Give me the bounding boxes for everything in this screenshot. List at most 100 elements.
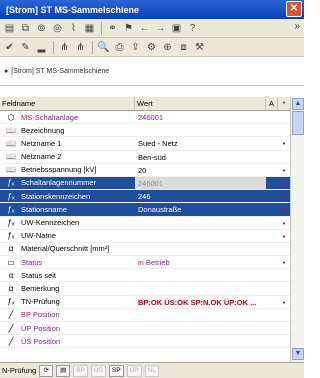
breadcrumb-bullet-icon: ● xyxy=(4,68,9,75)
vertical-scrollbar[interactable]: ▲ ▼ xyxy=(290,97,304,362)
pen-icon[interactable]: ✎ xyxy=(18,40,33,55)
table-row[interactable]: ƒₓ Stationsname Donaustraße • xyxy=(0,203,290,217)
table-row[interactable]: ƒₓ UW-Kennzeichen • xyxy=(0,217,290,230)
field-value-cell[interactable]: 246001 xyxy=(135,176,266,190)
table-row[interactable]: α Bemerkung xyxy=(0,282,290,296)
column-header-name[interactable]: Feldname xyxy=(0,97,135,110)
table-icon[interactable]: ▦ xyxy=(82,21,97,36)
check-icon[interactable]: ✔ xyxy=(2,40,17,55)
grid-icon[interactable]: ▣ xyxy=(169,21,184,36)
tree2-icon[interactable]: ⋔ xyxy=(73,40,88,55)
field-value-cell[interactable] xyxy=(135,269,266,281)
arrow-left-icon[interactable]: ← xyxy=(137,21,152,36)
field-value-cell[interactable]: Donaustraße xyxy=(135,203,266,215)
status-button-sp[interactable]: SP xyxy=(108,364,124,377)
field-name-cell[interactable]: ⬡ MS-Schaltanlage xyxy=(0,111,135,123)
status-grid-button[interactable]: ▤ xyxy=(56,364,71,377)
field-value-cell[interactable]: 246 xyxy=(135,190,266,202)
field-value-cell[interactable] xyxy=(135,243,266,255)
required-marker xyxy=(278,309,290,321)
status-button-up[interactable]: ÜP xyxy=(126,364,142,377)
field-name-cell[interactable]: 📖 Bezeichnung xyxy=(0,124,135,136)
field-name-cell[interactable]: ╱ ÜS Position xyxy=(0,335,135,347)
table-row[interactable]: ╱ ÜS Position xyxy=(0,335,290,349)
field-value-cell[interactable] xyxy=(135,124,266,136)
table-row[interactable]: ╱ ÜP Position xyxy=(0,322,290,336)
field-name-cell[interactable]: α Bemerkung xyxy=(0,282,135,294)
config-icon[interactable]: ⚒ xyxy=(192,40,207,55)
field-value-cell[interactable] xyxy=(135,282,266,294)
field-name-cell[interactable]: 📖 Betriebsspannung [kV] xyxy=(0,164,135,176)
table-row[interactable]: ⬡ MS-Schaltanlage 246001 xyxy=(0,111,290,125)
field-name-cell[interactable]: ƒₓ Stationsname xyxy=(0,203,135,215)
tree-icon[interactable]: ⋔ xyxy=(57,40,72,55)
field-name-cell[interactable]: ƒₓ TN-Prüfung xyxy=(0,296,135,308)
field-name-cell[interactable]: α Status seit xyxy=(0,269,135,281)
close-button[interactable]: ✕ xyxy=(286,1,302,17)
zoom-in-icon[interactable]: ⊕ xyxy=(160,40,175,55)
status-button-nl[interactable]: NL xyxy=(144,364,159,377)
table-row[interactable]: ╱ BP Position xyxy=(0,309,290,322)
field-name-label: Bezeichnung xyxy=(21,125,65,135)
window-icon[interactable]: ⧈ xyxy=(176,40,191,55)
field-value-cell[interactable] xyxy=(135,217,266,229)
table-row[interactable]: 📖 Netzname 2 Ben-süd xyxy=(0,151,290,164)
field-value-cell[interactable] xyxy=(135,230,266,242)
binoculars-icon[interactable]: ⚭ xyxy=(105,21,120,36)
field-name-cell[interactable]: ƒₓ Schaltanlagennummer xyxy=(0,177,135,189)
field-value-cell[interactable]: BP:OK ÜS:OK SP:N.OK ÜP:OK ... xyxy=(135,296,266,308)
table-row[interactable]: 📖 Netzname 1 Sued - Netz • xyxy=(0,137,290,151)
table-row[interactable]: ƒₓ UW-Name • xyxy=(0,230,290,243)
folder-icon[interactable]: ▤ xyxy=(2,21,17,36)
column-header-value[interactable]: Wert xyxy=(135,97,266,110)
field-name-cell[interactable]: α Material/Querschnitt [mm²] xyxy=(0,243,135,255)
field-value-cell[interactable] xyxy=(135,309,266,321)
required-marker: • xyxy=(282,192,286,202)
field-name-cell[interactable]: 📖 Netzname 1 xyxy=(0,137,135,149)
scroll-down-button[interactable]: ▼ xyxy=(292,348,304,360)
table-row[interactable]: α Material/Querschnitt [mm²] xyxy=(0,243,290,257)
table-row[interactable]: ƒₓ TN-Prüfung BP:OK ÜS:OK SP:N.OK ÜP:OK ..… xyxy=(0,296,290,309)
field-value-cell[interactable]: 20 xyxy=(135,164,266,176)
table-row[interactable]: 📖 Betriebsspannung [kV] 20 • xyxy=(0,164,290,177)
status-refresh-button[interactable]: ⟳ xyxy=(39,364,54,377)
table-row[interactable]: ƒₓ Schaltanlagennummer 246001 • xyxy=(0,176,290,191)
table-row[interactable]: ƒₓ Stationskennzeichen 246 • xyxy=(0,190,290,204)
toolbar-overflow-button[interactable]: » xyxy=(294,21,300,32)
settings-icon[interactable]: ⚙ xyxy=(144,40,159,55)
help-icon[interactable]: ? xyxy=(185,21,200,36)
zoom-icon[interactable]: 🔍 xyxy=(96,40,111,55)
table-row[interactable]: ▭ Status in Betrieb • xyxy=(0,256,290,270)
filter-icon[interactable]: ⊚ xyxy=(34,21,49,36)
field-name-cell[interactable]: ╱ ÜP Position xyxy=(0,322,135,334)
field-name-cell[interactable]: ƒₓ Stationskennzeichen xyxy=(0,190,135,202)
scroll-up-button[interactable]: ▲ xyxy=(292,98,304,110)
export-icon[interactable]: ⇪ xyxy=(128,40,143,55)
print-icon[interactable]: ⎙ xyxy=(112,40,127,55)
flag-icon[interactable]: ⚑ xyxy=(121,21,136,36)
function-icon: ƒₓ xyxy=(7,204,15,214)
column-header-a[interactable]: A xyxy=(266,97,278,110)
chart-icon[interactable]: ▂ xyxy=(34,40,49,55)
table-row[interactable]: α Status seit xyxy=(0,269,290,283)
target-icon[interactable]: ◎ xyxy=(50,21,65,36)
graph-icon[interactable]: ⌇ xyxy=(66,21,81,36)
copy-icon[interactable]: ⧉ xyxy=(18,21,33,36)
status-button-us[interactable]: ÜS xyxy=(90,364,106,377)
arrow-right-icon[interactable]: → xyxy=(153,21,168,36)
field-name-cell[interactable]: ƒₓ UW-Kennzeichen xyxy=(0,217,135,229)
status-button-bp[interactable]: BP xyxy=(73,364,88,377)
table-row[interactable]: 📖 Bezeichnung xyxy=(0,124,290,138)
field-value-cell[interactable]: in Betrieb xyxy=(135,256,266,268)
field-name-cell[interactable]: ƒₓ UW-Name xyxy=(0,230,135,242)
field-name-cell[interactable]: ╱ BP Position xyxy=(0,309,135,321)
field-value-cell[interactable]: 246001 xyxy=(135,111,266,123)
scroll-thumb[interactable] xyxy=(292,111,304,135)
field-value-cell[interactable]: Ben-süd xyxy=(135,151,266,163)
field-value-cell[interactable]: Sued - Netz xyxy=(135,137,266,149)
column-header-star[interactable]: * xyxy=(278,97,290,110)
field-name-cell[interactable]: 📖 Netzname 2 xyxy=(0,151,135,163)
field-value-cell[interactable] xyxy=(135,335,266,347)
field-name-cell[interactable]: ▭ Status xyxy=(0,256,135,268)
field-value-cell[interactable] xyxy=(135,322,266,334)
